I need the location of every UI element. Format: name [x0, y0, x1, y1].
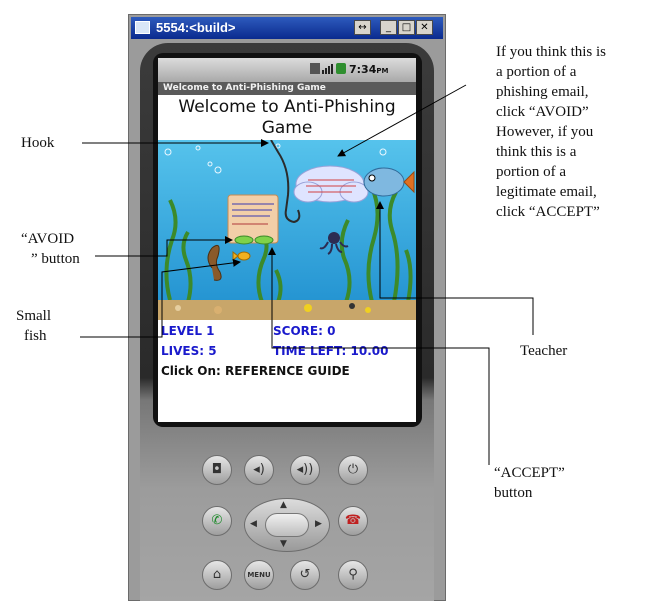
accept-annotation: “ACCEPT” button	[494, 465, 565, 501]
small-fish-annotation: Small fish	[16, 308, 52, 344]
instructions-annotation: If you think this is a portion of a phis…	[496, 44, 607, 220]
avoid-annotation: “AVOID ” button	[21, 231, 80, 267]
hook-annotation: Hook	[21, 135, 55, 151]
teacher-annotation: Teacher	[520, 343, 568, 359]
